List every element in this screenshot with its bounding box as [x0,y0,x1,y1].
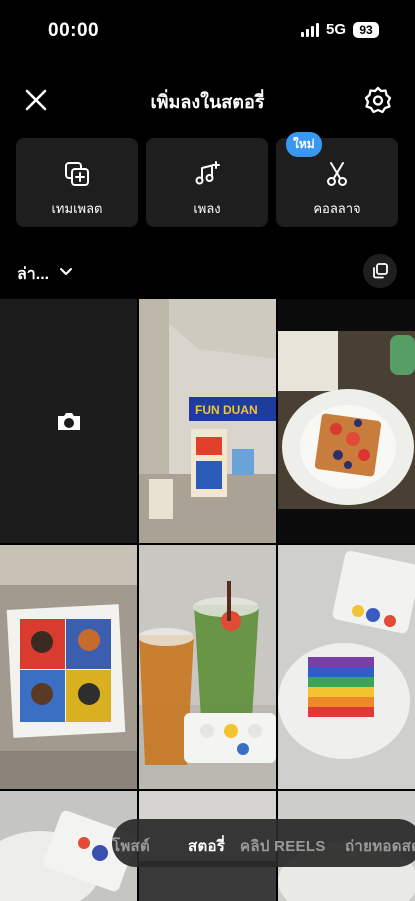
album-label: ล่า... [17,266,50,283]
header: เพิ่มลงในสตอรี่ [0,70,415,126]
settings-button[interactable] [363,85,393,115]
dessert-plate-photo [278,299,415,543]
action-tiles: เทมเพลต เพลง คอลลาจ [16,138,398,228]
new-badge: ใหม่ [286,132,322,157]
camera-mode-bar: โพสต์ สตอรี่ คลิป REELS ถ่ายทอดสด [112,819,415,867]
scissors-icon [327,162,347,186]
template-icon [65,162,89,186]
chevron-down-icon [60,268,72,275]
status-bar: 00:00 5G 93 [0,0,415,62]
rainbow-cake-photo [278,545,415,789]
cafe-sign-text: FUN DUAN [195,403,258,417]
page-title: เพิ่มลงในสตอรี่ [150,92,265,112]
framed-art-photo [0,545,137,789]
camera-tile[interactable] [0,299,137,543]
camera-icon [57,413,80,430]
multi-select-button[interactable] [363,254,397,288]
photo-grid: FUN DUAN [0,299,415,901]
status-time: 00:00 [48,20,100,41]
mode-post[interactable]: โพสต์ [112,834,150,858]
music-label: เพลง [193,201,221,216]
photo-thumbnail[interactable]: FUN DUAN [139,299,276,543]
signal-icon [300,22,319,37]
music-icon [195,161,220,185]
template-button[interactable]: เทมเพลต [16,138,138,227]
status-indicators: 5G 93 [300,21,379,38]
drinks-photo [139,545,276,789]
mode-story[interactable]: สตอรี่ [188,834,225,858]
mode-live[interactable]: ถ่ายทอดสด [345,834,415,858]
cafe-sign-photo: FUN DUAN [139,299,276,543]
gear-icon [364,86,392,114]
photo-thumbnail[interactable] [139,545,276,789]
collage-label: คอลลาจ [313,201,361,216]
battery-icon: 93 [353,21,379,38]
photo-thumbnail[interactable] [278,299,415,543]
music-button[interactable]: เพลง [146,138,268,227]
photo-thumbnail[interactable] [278,545,415,789]
template-label: เทมเพลต [51,201,103,216]
network-type: 5G [325,21,346,38]
mode-reels[interactable]: คลิป REELS [240,834,326,858]
photo-thumbnail[interactable] [0,545,137,789]
album-row: ล่า... [0,254,415,290]
multi-select-icon [373,263,388,279]
